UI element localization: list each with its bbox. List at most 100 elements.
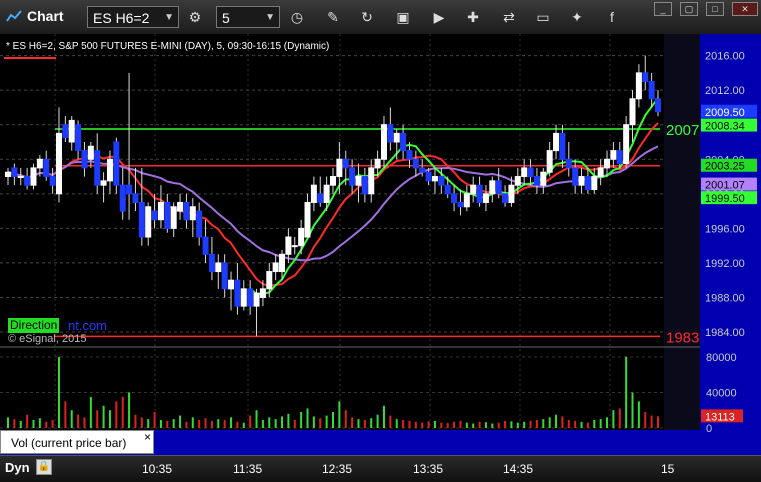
symbol-value: ES H6=2: [93, 10, 150, 26]
price-tick-label: 1992.00: [705, 258, 745, 270]
link-icon[interactable]: ⇄: [500, 8, 518, 26]
candle-body: [368, 167, 375, 195]
candle-body: [527, 167, 534, 178]
price-tag: 2009.50: [705, 107, 745, 119]
maximize-button[interactable]: □: [706, 2, 724, 16]
candle-body: [642, 72, 649, 83]
candle-body: [272, 262, 279, 273]
restore-button[interactable]: ▢: [680, 2, 698, 16]
candle-body: [234, 279, 241, 307]
get-data-icon[interactable]: ▣: [394, 8, 412, 26]
close-button[interactable]: ✕: [732, 2, 758, 16]
price-tick-label: 1996.00: [705, 223, 745, 235]
candle-body: [495, 180, 502, 195]
candle-body: [629, 98, 636, 126]
volume-tick-label: 40000: [706, 387, 737, 399]
candle-body: [132, 193, 139, 203]
candle-body: [183, 201, 190, 221]
candle-body: [425, 171, 432, 182]
candle-body: [36, 158, 43, 169]
candle-body: [75, 124, 82, 152]
interval-input[interactable]: 5 ▼: [216, 6, 280, 28]
price-tick-label: 1988.00: [705, 292, 745, 304]
time-tick-label: 14:35: [503, 462, 534, 476]
candle-body: [438, 176, 445, 186]
candle-body: [540, 171, 547, 186]
candle-body: [208, 253, 215, 273]
minimize-button[interactable]: _: [654, 2, 672, 16]
chat-icon[interactable]: ▭: [534, 8, 552, 26]
play-icon[interactable]: ▶: [430, 8, 448, 26]
twitter-icon[interactable]: ✦: [568, 8, 586, 26]
candle-body: [119, 184, 126, 212]
chart-header: * ES H6=2, S&P 500 FUTURES E-MINI (DAY),…: [6, 41, 330, 52]
volume-current-tag: 13113: [705, 411, 735, 423]
candle-body: [393, 132, 400, 143]
volume-label: Vol (current price bar): [11, 436, 127, 450]
toolbar: Chart ES H6=2 ▼ ⚙ 5 ▼ ◷ ✎ ↻ ▣ ▶ ✚ ⇄ ▭ ✦ …: [0, 0, 761, 35]
candle-body: [94, 150, 101, 186]
candle-body: [546, 150, 553, 173]
lock-icon[interactable]: 🔒: [36, 459, 52, 475]
volume-label-box: Vol (current price bar) ×: [0, 430, 154, 454]
candle-body: [451, 193, 458, 203]
price-tick-label: 1984.00: [705, 327, 745, 339]
candle-body: [591, 176, 598, 191]
watermark-text: nt.com: [68, 318, 108, 333]
candle-body: [559, 132, 566, 160]
candle-body: [457, 201, 464, 208]
candle-body: [49, 176, 56, 186]
refresh-icon[interactable]: ↻: [358, 8, 376, 26]
candle-body: [655, 98, 661, 113]
clock-icon[interactable]: ◷: [288, 8, 306, 26]
candle-body: [259, 288, 266, 298]
candle-body: [215, 262, 222, 273]
time-tick-label: 13:35: [413, 462, 444, 476]
level-value-label: 1983: [666, 329, 699, 346]
candle-body: [610, 150, 617, 160]
interval-settings-icon[interactable]: ⚙: [186, 8, 204, 26]
dynamic-label: Dyn: [5, 460, 30, 475]
candle-body: [43, 158, 50, 178]
candle-body: [502, 193, 509, 203]
candle-body: [145, 206, 152, 238]
price-tag: 1999.50: [705, 193, 745, 205]
candle-body: [361, 176, 368, 195]
dropdown-arrow-icon[interactable]: ▼: [164, 7, 174, 29]
candle-body: [355, 176, 362, 186]
candle-body: [330, 176, 336, 186]
candle-body: [489, 180, 496, 195]
candle-body: [177, 201, 184, 212]
price-tag: 2003.25: [705, 161, 745, 173]
symbol-input[interactable]: ES H6=2 ▼: [87, 6, 179, 28]
interval-dropdown-icon[interactable]: ▼: [265, 7, 275, 29]
price-tag: 2001.07: [705, 180, 745, 192]
candle-body: [30, 167, 37, 186]
draw-tool-icon[interactable]: ✎: [324, 8, 342, 26]
candle-body: [444, 184, 451, 195]
candle-body: [62, 124, 69, 139]
candle-body: [68, 119, 75, 143]
candle-body: [323, 184, 330, 203]
copyright-text: © eSignal, 2015: [8, 333, 87, 345]
ruler-icon[interactable]: ✚: [464, 8, 482, 26]
candle-body: [349, 167, 356, 186]
candle-body: [482, 193, 489, 203]
candle-body: [616, 150, 623, 165]
candle-body: [380, 124, 387, 160]
price-tag: 2008.34: [705, 121, 745, 133]
candle-body: [387, 124, 394, 143]
facebook-icon[interactable]: f: [603, 8, 621, 26]
candle-body: [24, 176, 31, 186]
volume-tick-label: 80000: [706, 352, 737, 364]
candle-body: [578, 176, 585, 186]
close-icon[interactable]: ×: [144, 430, 151, 444]
candle-body: [17, 176, 24, 179]
price-chart[interactable]: 2016.002012.002008.002004.002000.001996.…: [0, 34, 761, 455]
direction-label: Direction: [8, 318, 60, 333]
app-title-label: Chart: [27, 8, 64, 24]
candle-body: [113, 141, 120, 186]
header-underline: [4, 57, 56, 59]
volume-tick-label: 0: [706, 423, 712, 435]
candle-body: [151, 210, 158, 221]
